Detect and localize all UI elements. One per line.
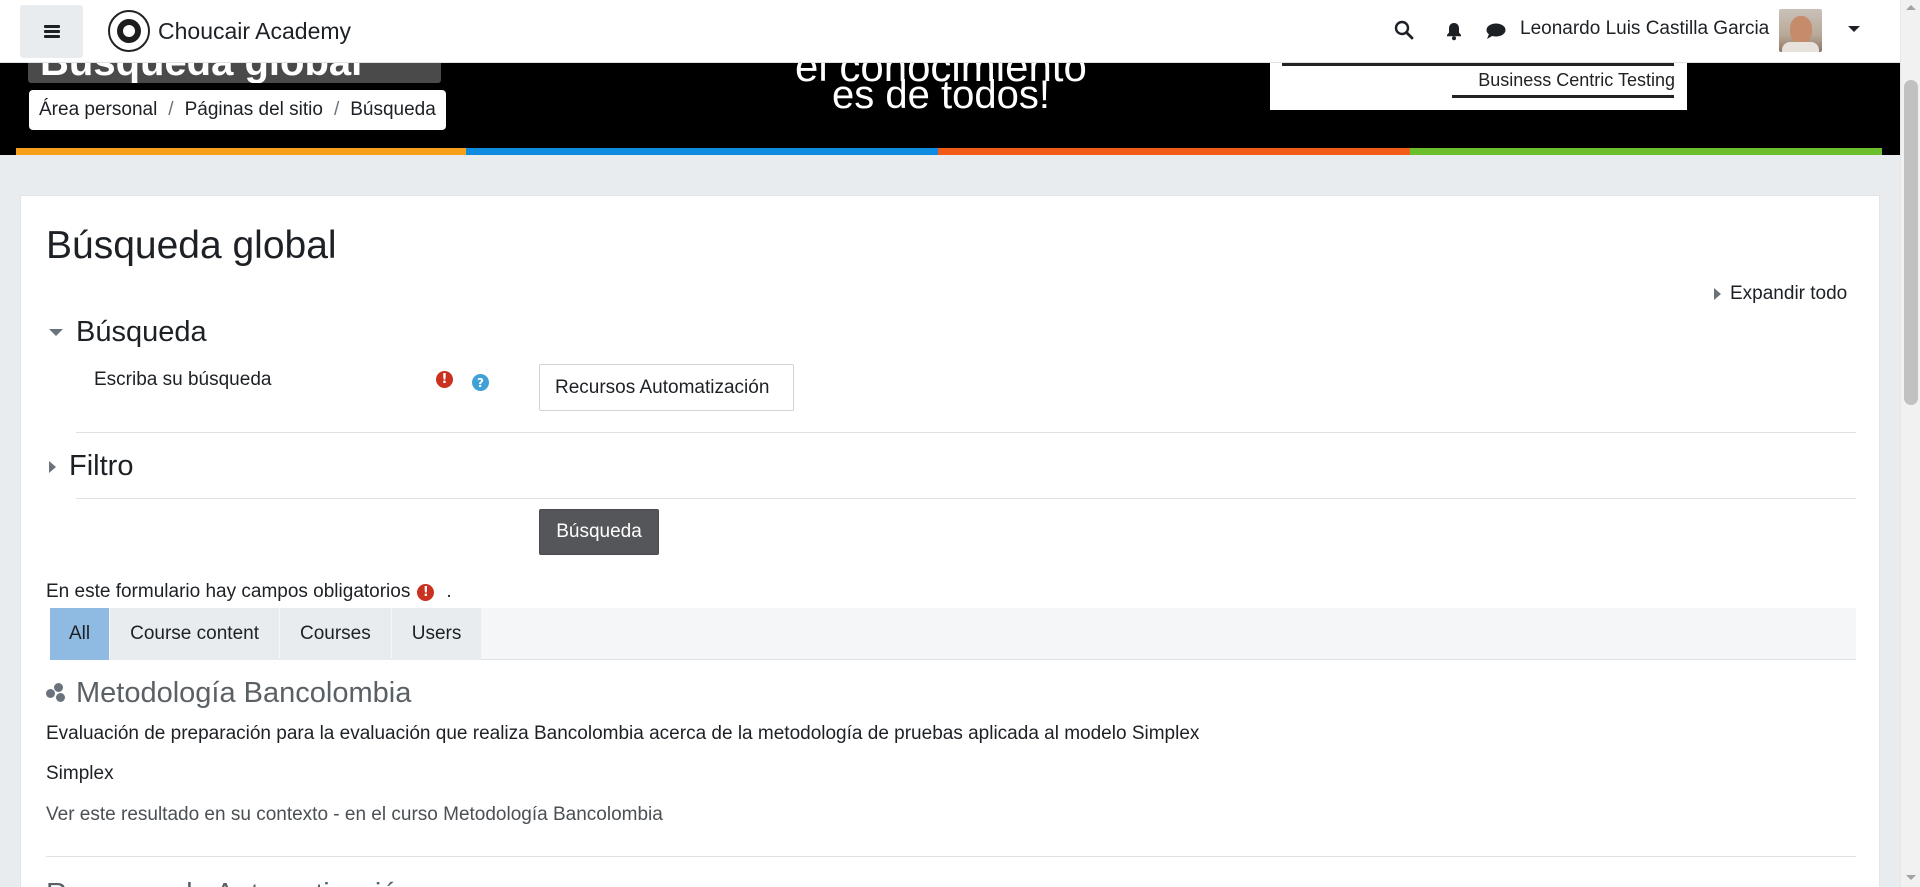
banner-tagline: es de todos! — [832, 73, 1050, 117]
result-context-link[interactable]: Ver este resultado en su contexto - en e… — [46, 804, 1856, 826]
required-note-end: . — [446, 581, 452, 602]
result-header: Metodología Bancolombia — [46, 676, 1856, 710]
required-fields-note: En este formulario hay campos obligatori… — [46, 581, 452, 603]
chevron-down-icon — [49, 329, 63, 336]
section-busqueda-label: Búsqueda — [76, 316, 207, 348]
tab-courses[interactable]: Courses — [279, 608, 391, 660]
site-brand[interactable]: Choucair Academy — [108, 10, 351, 52]
help-icon[interactable]: ? — [472, 374, 489, 391]
required-icon: ! — [417, 583, 435, 601]
menu-toggle-button[interactable] — [20, 5, 83, 58]
required-icon: ! — [436, 371, 453, 388]
top-navbar: Choucair Academy Leonardo Luis Castilla … — [0, 0, 1900, 63]
divider — [76, 498, 1856, 499]
breadcrumb-item-paginas-sitio[interactable]: Páginas del sitio — [185, 99, 323, 121]
divider — [76, 432, 1856, 433]
bell-icon[interactable] — [1443, 20, 1465, 42]
site-logo — [108, 10, 150, 52]
page-header-banner: Búsqueda global el conocimiento es de to… — [0, 63, 1900, 155]
menu-icon — [43, 25, 60, 38]
divider — [46, 856, 1856, 857]
result-course: Simplex — [46, 763, 114, 784]
partner-text: Business Centric Testing — [1478, 70, 1675, 90]
result-title-link[interactable]: Metodología Bancolombia — [76, 677, 411, 710]
breadcrumb-separator: / — [333, 99, 340, 120]
search-input[interactable] — [539, 364, 794, 411]
search-icon[interactable] — [1393, 19, 1415, 41]
partner-logo: Business Centric Testing — [1270, 63, 1687, 110]
page-scrollbar[interactable] — [1900, 0, 1920, 887]
tab-course-content[interactable]: Course content — [110, 608, 279, 660]
chevron-right-icon — [49, 460, 56, 473]
section-filtro-label: Filtro — [69, 450, 134, 482]
quiz-icon — [46, 683, 66, 703]
main-content-card: Búsqueda global Expandir todo Búsqueda E… — [20, 195, 1880, 887]
scroll-up-icon[interactable] — [1906, 5, 1916, 10]
chevron-right-icon — [1714, 288, 1721, 300]
search-field-label: Escriba su búsqueda — [94, 369, 272, 390]
result-description: Evaluación de preparación para la evalua… — [46, 723, 1200, 744]
chat-icon[interactable] — [1485, 20, 1507, 42]
page-title: Búsqueda global — [46, 224, 337, 267]
user-name[interactable]: Leonardo Luis Castilla Garcia — [1520, 18, 1769, 40]
avatar[interactable] — [1779, 9, 1822, 52]
scrollbar-thumb[interactable] — [1904, 80, 1918, 405]
next-result-title[interactable]: Recursos de Automatización — [46, 878, 414, 887]
expand-all-link[interactable]: Expandir todo — [1714, 283, 1847, 305]
required-note-text: En este formulario hay campos obligatori… — [46, 581, 411, 602]
header-title: Búsqueda global — [28, 63, 441, 83]
breadcrumb-item-busqueda[interactable]: Búsqueda — [350, 99, 436, 121]
chevron-down-icon[interactable] — [1848, 26, 1860, 32]
tab-all[interactable]: All — [50, 608, 110, 660]
search-result: Metodología Bancolombia Evaluación de pr… — [46, 676, 1856, 826]
breadcrumb-item-area-personal[interactable]: Área personal — [39, 99, 157, 121]
search-submit-button[interactable]: Búsqueda — [539, 509, 659, 555]
expand-all-label: Expandir todo — [1730, 283, 1848, 304]
breadcrumb-separator: / — [168, 99, 174, 120]
color-stripe — [16, 148, 1882, 155]
breadcrumb: Área personal / Páginas del sitio / Búsq… — [29, 90, 446, 130]
section-busqueda-toggle[interactable]: Búsqueda — [49, 316, 207, 349]
result-tabs: All Course content Courses Users — [50, 608, 1856, 660]
section-filtro-toggle[interactable]: Filtro — [49, 450, 133, 483]
site-name: Choucair Academy — [158, 17, 352, 44]
tab-users[interactable]: Users — [391, 608, 482, 660]
scroll-down-icon[interactable] — [1906, 875, 1916, 880]
